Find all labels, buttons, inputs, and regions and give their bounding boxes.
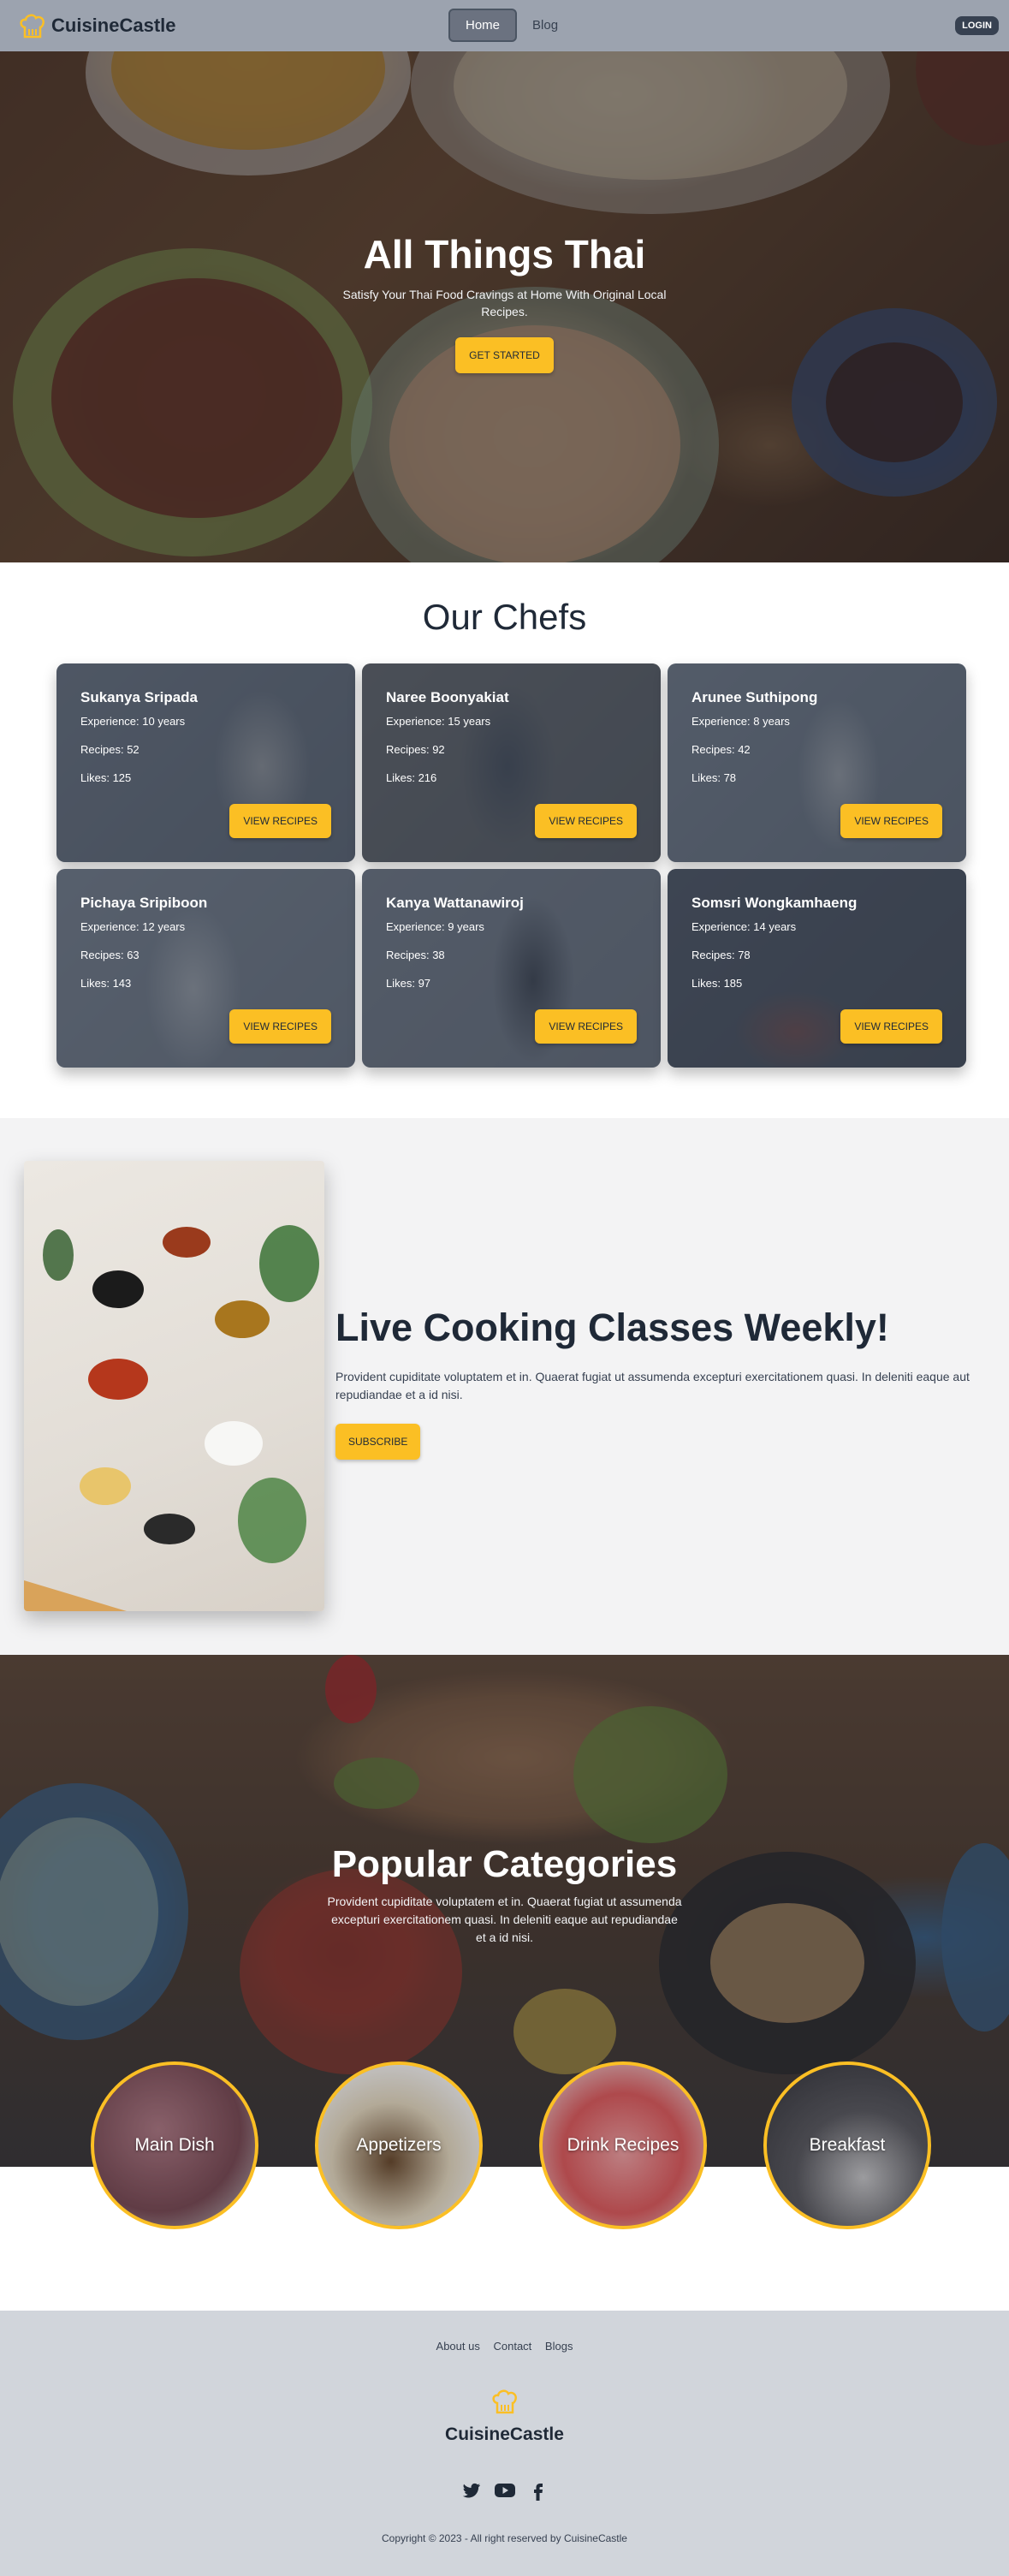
chef-card: Naree Boonyakiat Experience: 15 years Re… xyxy=(362,663,661,862)
view-recipes-button[interactable]: VIEW RECIPES xyxy=(840,1009,942,1044)
footer-link-about[interactable]: About us xyxy=(436,2340,480,2353)
chef-experience: Experience: 9 years xyxy=(386,920,484,933)
chef-hat-icon xyxy=(492,2389,517,2414)
chef-experience: Experience: 8 years xyxy=(691,715,790,728)
hero-title: All Things Thai xyxy=(363,232,646,277)
view-recipes-button[interactable]: VIEW RECIPES xyxy=(535,804,637,838)
view-recipes-button[interactable]: VIEW RECIPES xyxy=(535,1009,637,1044)
chef-recipes: Recipes: 78 xyxy=(691,949,751,961)
view-recipes-button[interactable]: VIEW RECIPES xyxy=(229,804,331,838)
footer-brand: CuisineCastle xyxy=(445,2424,564,2444)
facebook-icon[interactable] xyxy=(528,2480,549,2501)
social-links xyxy=(0,2480,1009,2501)
footer-link-contact[interactable]: Contact xyxy=(493,2340,531,2353)
nav-blog-link[interactable]: Blog xyxy=(525,10,565,40)
chef-likes: Likes: 125 xyxy=(80,771,132,784)
category-label: Appetizers xyxy=(356,2135,442,2155)
category-label: Breakfast xyxy=(809,2135,886,2155)
chef-card: Kanya Wattanawiroj Experience: 9 years R… xyxy=(362,869,661,1068)
hero-content: All Things Thai Satisfy Your Thai Food C… xyxy=(0,231,1009,373)
chef-name: Sukanya Sripada xyxy=(80,689,199,705)
category-label: Main Dish xyxy=(134,2135,215,2155)
spoons-illustration xyxy=(24,1225,319,1611)
hero-banner: All Things Thai Satisfy Your Thai Food C… xyxy=(0,0,1009,562)
twitter-icon[interactable] xyxy=(461,2480,482,2501)
categories-subtitle: Provident cupiditate voluptatem et in. Q… xyxy=(327,1895,682,1944)
chefs-section-title: Our Chefs xyxy=(422,597,587,637)
login-button[interactable]: LOGIN xyxy=(955,16,999,35)
chef-likes: Likes: 78 xyxy=(691,771,737,784)
brand-logo[interactable]: CuisineCastle xyxy=(17,10,176,41)
brand-name: CuisineCastle xyxy=(51,15,176,36)
chef-recipes: Recipes: 38 xyxy=(386,949,445,961)
chef-name: Arunee Suthipong xyxy=(691,689,818,705)
chef-likes: Likes: 216 xyxy=(386,771,437,784)
chef-recipes: Recipes: 52 xyxy=(80,743,139,756)
chef-likes: Likes: 143 xyxy=(80,977,132,990)
spices-image xyxy=(24,1161,324,1611)
chef-experience: Experience: 10 years xyxy=(80,715,186,728)
view-recipes-button[interactable]: VIEW RECIPES xyxy=(229,1009,331,1044)
chef-name: Naree Boonyakiat xyxy=(386,689,509,705)
hero-subtitle: Satisfy Your Thai Food Cravings at Home … xyxy=(342,288,667,318)
chef-experience: Experience: 14 years xyxy=(691,920,797,933)
category-label: Drink Recipes xyxy=(567,2135,680,2155)
category-drink-recipes[interactable]: Drink Recipes xyxy=(539,2061,707,2229)
chef-hat-icon xyxy=(20,14,45,39)
chef-name: Somsri Wongkamhaeng xyxy=(691,895,858,911)
youtube-icon[interactable] xyxy=(494,2480,516,2501)
chef-name: Kanya Wattanawiroj xyxy=(386,895,524,911)
subscribe-button[interactable]: SUBSCRIBE xyxy=(335,1424,421,1460)
footer-link-blogs[interactable]: Blogs xyxy=(545,2340,573,2353)
navbar: CuisineCastle Home Blog LOGIN xyxy=(0,0,1009,51)
live-classes-title: Live Cooking Classes Weekly! xyxy=(335,1306,889,1349)
view-recipes-button[interactable]: VIEW RECIPES xyxy=(840,804,942,838)
chef-card: Somsri Wongkamhaeng Experience: 14 years… xyxy=(668,869,966,1068)
categories-content: Popular Categories Provident cupiditate … xyxy=(0,1843,1009,1947)
chef-likes: Likes: 97 xyxy=(386,977,431,990)
chef-recipes: Recipes: 63 xyxy=(80,949,139,961)
copyright-text: Copyright © 2023 - All right reserved by… xyxy=(382,2532,627,2544)
category-main-dish[interactable]: Main Dish xyxy=(91,2061,258,2229)
chef-card: Sukanya Sripada Experience: 10 years Rec… xyxy=(56,663,355,862)
chef-card: Arunee Suthipong Experience: 8 years Rec… xyxy=(668,663,966,862)
chef-likes: Likes: 185 xyxy=(691,977,743,990)
chef-name: Pichaya Sripiboon xyxy=(80,895,208,911)
footer-links: About us Contact Blogs xyxy=(0,2340,1009,2353)
chef-recipes: Recipes: 42 xyxy=(691,743,751,756)
get-started-button[interactable]: GET STARTED xyxy=(455,337,554,373)
nav-home-link[interactable]: Home xyxy=(448,9,518,42)
chef-experience: Experience: 15 years xyxy=(386,715,491,728)
category-appetizers[interactable]: Appetizers xyxy=(315,2061,483,2229)
live-classes-text: Provident cupiditate voluptatem et in. Q… xyxy=(335,1370,970,1401)
nav-links: Home Blog xyxy=(448,9,565,42)
categories-title: Popular Categories xyxy=(331,1843,678,1885)
chef-card: Pichaya Sripiboon Experience: 12 years R… xyxy=(56,869,355,1068)
chef-experience: Experience: 12 years xyxy=(80,920,186,933)
chef-recipes: Recipes: 92 xyxy=(386,743,445,756)
category-breakfast[interactable]: Breakfast xyxy=(763,2061,931,2229)
